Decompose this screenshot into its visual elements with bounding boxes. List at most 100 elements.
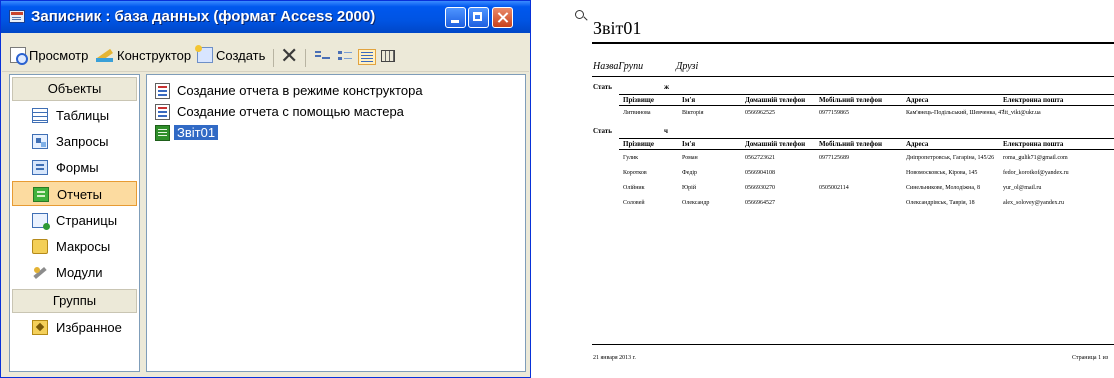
table-cell: Соловей bbox=[623, 200, 645, 206]
title-rule bbox=[592, 42, 1114, 44]
table-cell: Литвинова bbox=[623, 110, 651, 116]
table-cell: alex_solovey@yandex.ru bbox=[1003, 200, 1065, 206]
objects-list: Создание отчета в режиме конструктора Со… bbox=[146, 74, 526, 372]
toolbar-separator bbox=[305, 49, 306, 67]
close-button[interactable] bbox=[492, 7, 513, 28]
table-cell: Юрій bbox=[682, 185, 697, 191]
table-cell: roma_gulik71@gmail.com bbox=[1003, 155, 1068, 161]
table-cell: Роман bbox=[682, 155, 698, 161]
report-preview[interactable]: Звіт01 НазваГрупи Друзі Стать ж Прізвище… bbox=[560, 0, 1114, 378]
table-cell: Олійник bbox=[623, 185, 645, 191]
toolbar-separator bbox=[273, 49, 274, 67]
column-header: Домашній телефон bbox=[745, 96, 806, 104]
table-cell: yur_ol@mail.ru bbox=[1003, 185, 1042, 191]
column-header: Мобільний телефон bbox=[819, 140, 882, 148]
report-icon bbox=[155, 125, 170, 141]
group-value: ч bbox=[664, 127, 668, 135]
table-cell: Вікторія bbox=[682, 110, 704, 116]
table-cell: Новомосковськ, Кірова, 145 bbox=[906, 170, 978, 176]
new-label: Создать bbox=[216, 47, 266, 63]
table-cell: 0566904108 bbox=[745, 170, 775, 176]
list-item-label: Звіт01 bbox=[174, 125, 219, 140]
design-icon bbox=[96, 47, 114, 63]
group-value: ж bbox=[664, 83, 670, 91]
favorites-icon bbox=[32, 320, 48, 335]
object-tables[interactable]: Таблицы bbox=[12, 103, 137, 128]
macro-icon bbox=[32, 239, 48, 254]
table-cell: lit_vikt@ukr.ua bbox=[1003, 110, 1041, 116]
table-cell: Гулик bbox=[623, 155, 639, 161]
objects-header[interactable]: Объекты bbox=[12, 77, 137, 101]
footer-rule bbox=[592, 344, 1114, 345]
table-cell: Синельникове, Молодіжна, 8 bbox=[906, 185, 980, 191]
design-button[interactable]: Конструктор bbox=[96, 47, 191, 63]
object-label: Таблицы bbox=[56, 108, 110, 123]
footer-page: Страница 1 из bbox=[1072, 355, 1109, 361]
form-icon bbox=[32, 160, 48, 175]
table-cell: 0977159865 bbox=[819, 110, 849, 116]
design-label: Конструктор bbox=[117, 47, 192, 63]
title-bar[interactable]: Записник : база данных (формат Access 20… bbox=[1, 1, 530, 33]
column-header: Адреса bbox=[906, 140, 929, 148]
new-button[interactable]: Создать bbox=[195, 45, 266, 63]
column-rule bbox=[619, 149, 1114, 150]
page-icon bbox=[32, 213, 50, 230]
column-header: Мобільний телефон bbox=[819, 96, 882, 104]
column-header: Ім'я bbox=[682, 96, 696, 104]
object-label: Макросы bbox=[56, 239, 111, 254]
table-cell: fedor_korotkof@yandex.ru bbox=[1003, 170, 1069, 176]
table-cell: Кам'янець-Подільський, Шевченка, 47 bbox=[906, 110, 1005, 116]
column-header: Ім'я bbox=[682, 140, 696, 148]
database-window: Записник : база данных (формат Access 20… bbox=[0, 0, 531, 378]
preview-button[interactable]: Просмотр bbox=[10, 47, 89, 65]
minimize-button[interactable] bbox=[445, 7, 466, 28]
table-cell: Дніпропетровськ, Гагаріна, 145/26 bbox=[906, 155, 995, 161]
table-icon bbox=[32, 108, 48, 123]
preview-label: Просмотр bbox=[29, 47, 89, 63]
header-rule bbox=[592, 76, 1114, 77]
large-icons-view-icon[interactable] bbox=[313, 49, 331, 65]
object-label: Отчеты bbox=[57, 187, 102, 202]
table-cell: 0977125689 bbox=[819, 155, 849, 161]
table-cell: Федір bbox=[682, 170, 698, 176]
column-header: Електронна пошта bbox=[1003, 140, 1064, 148]
table-cell: 0566964527 bbox=[745, 200, 775, 206]
group-favorites[interactable]: Избранное bbox=[12, 315, 137, 340]
object-pages[interactable]: Страницы bbox=[12, 208, 137, 233]
object-label: Модули bbox=[56, 265, 103, 280]
list-item[interactable]: Создание отчета с помощью мастера bbox=[155, 102, 404, 122]
table-cell: Олександрівськ, Таврія, 18 bbox=[906, 200, 975, 206]
module-icon bbox=[32, 265, 48, 280]
window-title: Записник : база данных (формат Access 20… bbox=[31, 8, 376, 25]
object-label: Страницы bbox=[56, 213, 118, 228]
group-label: Избранное bbox=[56, 320, 122, 335]
table-cell: 0566962525 bbox=[745, 110, 775, 116]
database-icon bbox=[9, 10, 25, 23]
small-icons-view-icon[interactable] bbox=[336, 49, 354, 65]
maximize-button[interactable] bbox=[468, 7, 489, 28]
list-item-selected[interactable]: Звіт01 bbox=[155, 123, 219, 143]
delete-icon[interactable]: ✕ bbox=[280, 43, 298, 69]
footer-date: 21 января 2013 г. bbox=[593, 355, 636, 361]
table-cell: 0566930270 bbox=[745, 185, 775, 191]
table-cell: Коротков bbox=[623, 170, 647, 176]
report-title: Звіт01 bbox=[593, 18, 642, 38]
new-icon bbox=[195, 45, 213, 63]
object-modules[interactable]: Модули bbox=[12, 260, 137, 285]
list-view-icon[interactable] bbox=[358, 49, 376, 65]
list-item-label: Создание отчета с помощью мастера bbox=[177, 104, 404, 119]
details-view-icon[interactable] bbox=[380, 49, 398, 65]
object-forms[interactable]: Формы bbox=[12, 155, 137, 180]
list-item[interactable]: Создание отчета в режиме конструктора bbox=[155, 81, 423, 101]
column-header: Електронна пошта bbox=[1003, 96, 1064, 104]
column-rule bbox=[619, 138, 1114, 139]
object-reports[interactable]: Отчеты bbox=[12, 181, 137, 206]
column-header: Прізвище bbox=[623, 140, 654, 148]
groups-header[interactable]: Группы bbox=[12, 289, 137, 313]
column-rule bbox=[619, 105, 1114, 106]
object-macros[interactable]: Макросы bbox=[12, 234, 137, 259]
object-queries[interactable]: Запросы bbox=[12, 129, 137, 154]
design-wizard-icon bbox=[155, 83, 170, 99]
table-cell: 0562723621 bbox=[745, 155, 775, 161]
column-header: Прізвище bbox=[623, 96, 654, 104]
